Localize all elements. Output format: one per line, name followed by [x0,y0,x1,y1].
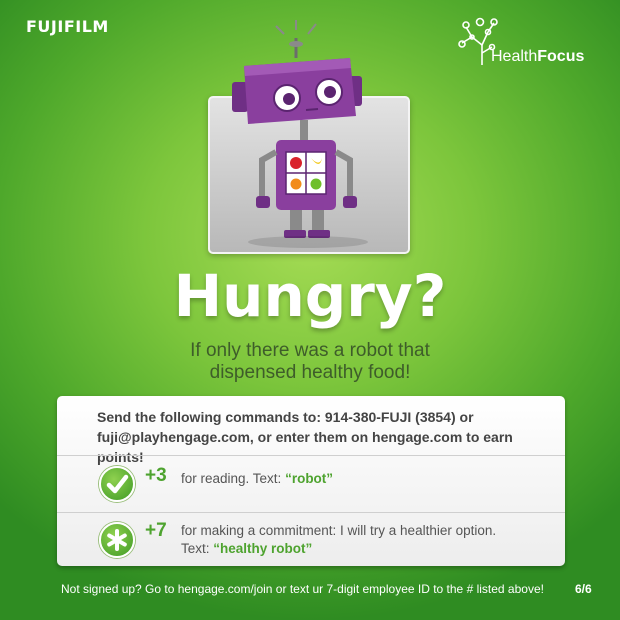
subheadline-line-1: If only there was a robot that [190,340,430,361]
action-text: for reading. Text: [181,471,286,486]
subheadline-line-2: dispensed healthy food! [209,362,411,383]
action-text: for making a commitment: I will try a he… [181,523,497,538]
action-row-commit: +7 for making a commitment: I will try a… [57,513,565,566]
robot-body [276,140,336,238]
points-info-box: Send the following commands to: 914-380-… [57,396,565,566]
action-text-prefix: Text: [181,541,214,556]
signup-footer: Not signed up? Go to hengage.com/join or… [61,582,544,596]
orange-icon [290,178,302,190]
points-value: +3 [145,465,167,486]
robot-head [232,58,362,124]
action-row-read: +3 for reading. Text: “robot” [57,456,565,512]
antenna-icon [275,20,317,58]
instructions-line-1: Send the following commands to: 914-380-… [97,409,474,425]
text-keyword: “robot” [285,471,334,486]
headline: Hungry? [173,262,447,330]
checkmark-icon [99,466,135,502]
asterisk-icon [99,522,135,558]
page-indicator: 6/6 [575,582,592,596]
action-description: for reading. Text: “robot” [181,470,333,488]
points-value: +7 [145,520,167,541]
robot-illustration [232,20,368,248]
instructions-text: Send the following commands to: 914-380-… [57,396,565,465]
action-description: for making a commitment: I will try a he… [181,522,496,558]
action-text-line-2: Text: “healthy robot” [181,540,496,558]
apple-icon [290,157,302,169]
subheadline: If only there was a robot that dispensed… [0,340,620,384]
text-keyword: “healthy robot” [213,541,313,556]
lime-icon [310,178,322,190]
